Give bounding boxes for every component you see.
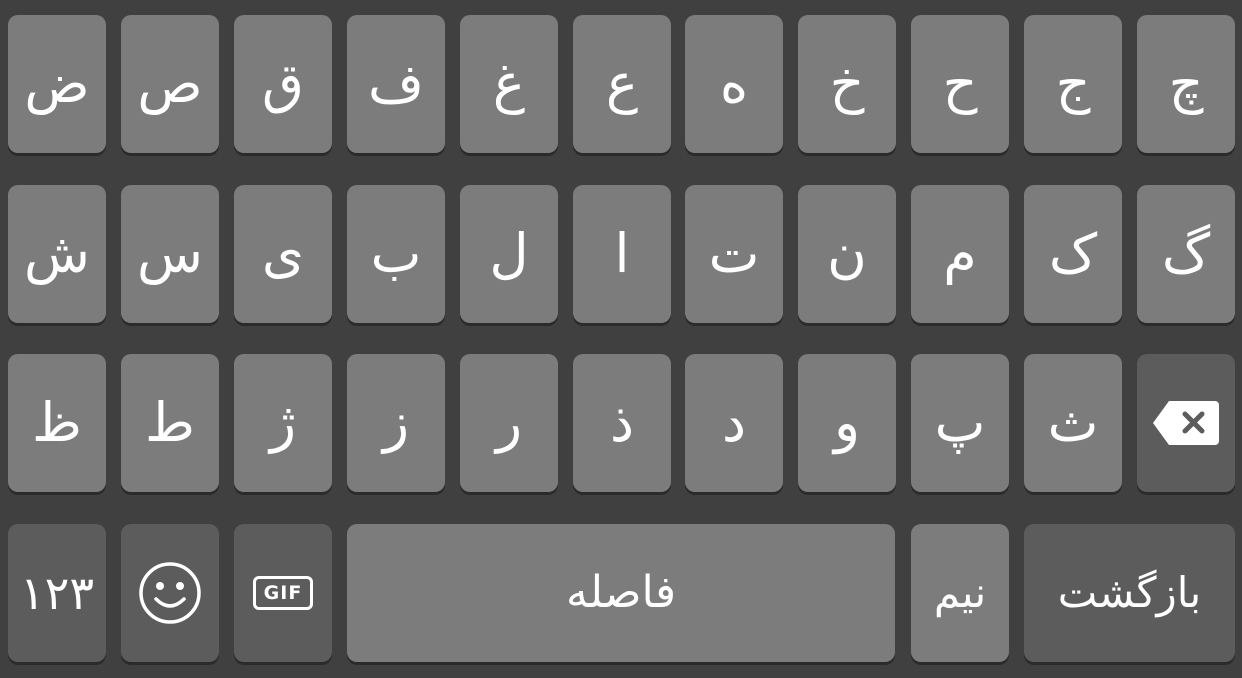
key-label: چ xyxy=(1168,52,1204,115)
key-za[interactable]: ظ xyxy=(8,354,106,492)
key-label: ش xyxy=(24,222,90,285)
zwnj-button[interactable]: نیم xyxy=(911,524,1009,662)
key-label: م xyxy=(943,222,977,285)
key-pe[interactable]: پ xyxy=(911,354,1009,492)
key-label: ز xyxy=(382,391,410,454)
backspace-icon xyxy=(1153,399,1219,447)
key-sad[interactable]: ص xyxy=(121,15,219,153)
key-label: ق xyxy=(262,52,304,115)
key-label: ک xyxy=(1048,222,1098,285)
key-be[interactable]: ب xyxy=(347,185,445,323)
key-zhe[interactable]: ژ xyxy=(234,354,332,492)
key-hhe[interactable]: ح xyxy=(911,15,1009,153)
key-re[interactable]: ر xyxy=(460,354,558,492)
key-zad[interactable]: ض xyxy=(8,15,106,153)
keyboard-row-2: ش س ی ب ل ا ت ن م ک گ xyxy=(0,185,1242,323)
numbers-toggle-button[interactable]: ۱۲۳ xyxy=(8,524,106,662)
key-label: ح xyxy=(942,52,978,115)
key-ta[interactable]: ط xyxy=(121,354,219,492)
key-ze[interactable]: ز xyxy=(347,354,445,492)
key-label: س xyxy=(137,222,203,285)
key-ghaf[interactable]: ق xyxy=(234,15,332,153)
key-jim[interactable]: ج xyxy=(1024,15,1122,153)
key-label: ی xyxy=(261,222,305,285)
gif-icon: GIF xyxy=(253,576,313,610)
key-lam[interactable]: ل xyxy=(460,185,558,323)
emoji-button[interactable] xyxy=(121,524,219,662)
key-ghein[interactable]: غ xyxy=(460,15,558,153)
keyboard-row-1: ض ص ق ف غ ع ه خ ح ج چ xyxy=(0,15,1242,153)
emoji-icon xyxy=(138,561,202,625)
key-label: ت xyxy=(708,222,760,285)
key-label: د xyxy=(721,391,747,454)
gif-button[interactable]: GIF xyxy=(234,524,332,662)
key-fe[interactable]: ف xyxy=(347,15,445,153)
space-label: فاصله xyxy=(566,567,676,618)
key-label: ظ xyxy=(32,391,82,454)
key-label: ث xyxy=(1047,391,1099,454)
key-label: ه xyxy=(719,52,749,115)
key-alef[interactable]: ا xyxy=(573,185,671,323)
key-mim[interactable]: م xyxy=(911,185,1009,323)
key-gaf[interactable]: گ xyxy=(1137,185,1235,323)
key-label: ض xyxy=(24,52,90,115)
space-bar[interactable]: فاصله xyxy=(347,524,895,662)
key-vav[interactable]: و xyxy=(798,354,896,492)
gif-label: GIF xyxy=(263,581,303,604)
return-label: بازگشت xyxy=(1057,568,1202,617)
key-label: ب xyxy=(370,222,422,285)
key-label: گ xyxy=(1161,222,1211,285)
key-label: ر xyxy=(495,391,523,454)
key-label: و xyxy=(833,391,861,454)
key-label: ن xyxy=(827,222,867,285)
key-kaf[interactable]: ک xyxy=(1024,185,1122,323)
key-label: پ xyxy=(934,391,986,454)
key-se[interactable]: ث xyxy=(1024,354,1122,492)
return-button[interactable]: بازگشت xyxy=(1024,524,1235,662)
key-zal[interactable]: ذ xyxy=(573,354,671,492)
key-label: ژ xyxy=(269,391,297,454)
key-label: ذ xyxy=(609,391,635,454)
backspace-button[interactable] xyxy=(1137,354,1235,492)
key-label: ف xyxy=(368,52,424,115)
key-shin[interactable]: ش xyxy=(8,185,106,323)
key-te[interactable]: ت xyxy=(685,185,783,323)
key-label: غ xyxy=(492,52,526,115)
key-label: ع xyxy=(605,52,639,115)
keyboard-row-3: ظ ط ژ ز ر ذ د و پ ث xyxy=(0,354,1242,492)
key-label: ل xyxy=(489,222,529,285)
key-he[interactable]: ه xyxy=(685,15,783,153)
zwnj-label: نیم xyxy=(933,568,987,617)
key-label: ط xyxy=(145,391,195,454)
key-label: ج xyxy=(1055,52,1091,115)
key-sin[interactable]: س xyxy=(121,185,219,323)
key-ye[interactable]: ی xyxy=(234,185,332,323)
persian-keyboard: ض ص ق ف غ ع ه خ ح ج چ ش س ی ب ل ا ت ن م … xyxy=(0,0,1242,678)
keyboard-row-4: ۱۲۳ GIF فاصله نیم بازگشت xyxy=(0,524,1242,662)
key-dal[interactable]: د xyxy=(685,354,783,492)
key-khe[interactable]: خ xyxy=(798,15,896,153)
key-label: ص xyxy=(137,52,203,115)
numbers-label: ۱۲۳ xyxy=(19,566,95,620)
key-che[interactable]: چ xyxy=(1137,15,1235,153)
key-label: ا xyxy=(614,222,630,285)
key-nun[interactable]: ن xyxy=(798,185,896,323)
key-label: خ xyxy=(829,52,865,115)
key-ein[interactable]: ع xyxy=(573,15,671,153)
